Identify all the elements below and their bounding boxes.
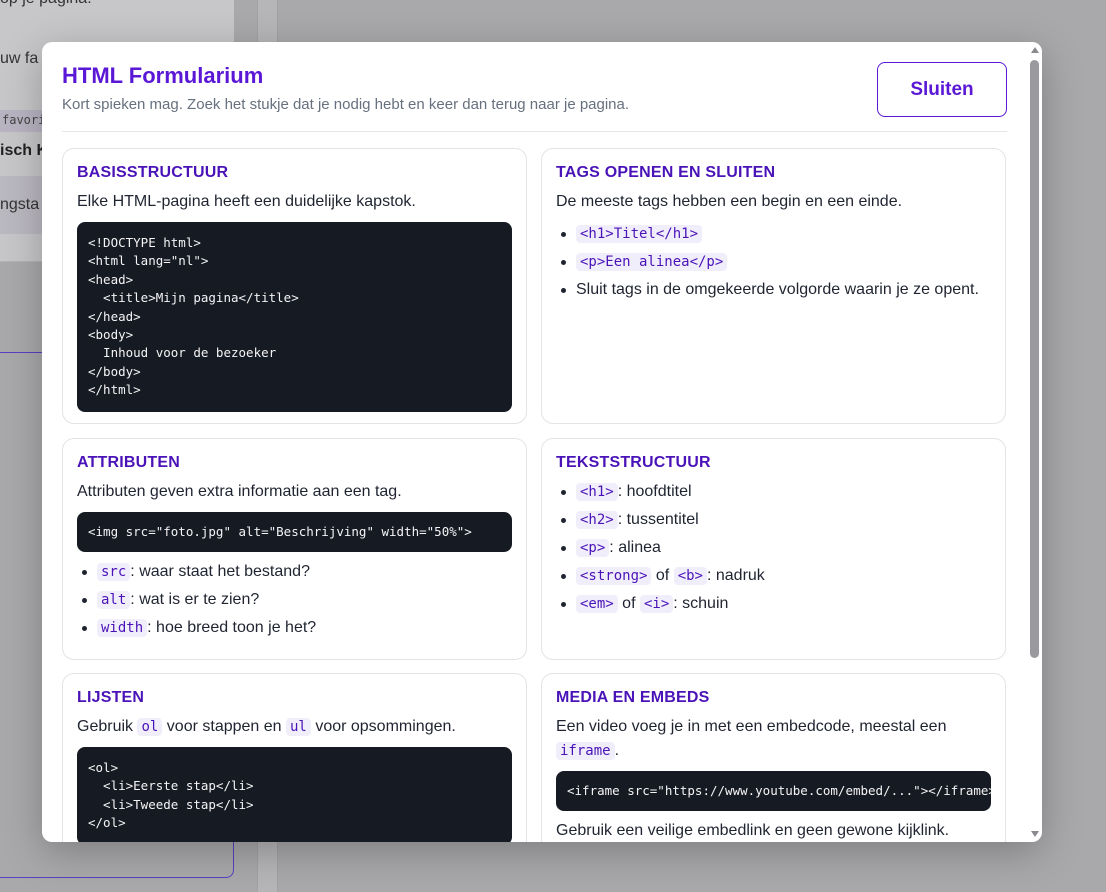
background-box (0, 840, 234, 878)
inline-code: <h2> (576, 511, 618, 529)
background-heading: isch K (0, 142, 49, 159)
inline-code: iframe (556, 742, 615, 760)
inline-code: alt (97, 591, 131, 610)
card-title: Tekststructuur (556, 454, 711, 471)
code-block: <ol> <li>Eerste stap</li> <li>Tweede sta… (77, 747, 512, 842)
inline-code: <p>Een alinea</p> (576, 253, 728, 271)
list-item: <h1>: hoofdtitel (556, 480, 991, 504)
tag-list: <h1>Titel</h1> <p>Een alinea</p> Sluit t… (556, 222, 991, 302)
card-text-part: Een video voeg je in met een embedcode, … (556, 718, 947, 735)
list-item-text: : wat is er te zien? (130, 591, 260, 609)
background-tag: favorie (0, 110, 44, 132)
card-tekststructuur: Tekststructuur <h1>: hoofdtitel <h2>: tu… (541, 438, 1006, 660)
code-block: <img src="foto.jpg" alt="Beschrijving" w… (77, 512, 512, 553)
formularium-dialog: HTML Formularium Kort spieken mag. Zoek … (42, 42, 1042, 842)
scrollbar-thumb[interactable] (1030, 60, 1039, 658)
card-text: Gebruik een veilige embedlink en geen ge… (556, 822, 950, 840)
list-item-text: : nadruk (706, 567, 765, 584)
card-title: Tags openen en sluiten (556, 164, 776, 181)
card-text-part: . (614, 742, 620, 759)
dialog-scrollbar[interactable] (1027, 42, 1042, 842)
dialog-content: HTML Formularium Kort spieken mag. Zoek … (62, 42, 1007, 842)
inline-code: width (97, 619, 148, 638)
inline-code: <h1>Titel</h1> (576, 225, 703, 243)
dialog-title: HTML Formularium (62, 63, 264, 88)
background-rule (0, 352, 44, 353)
card-text: De meeste tags hebben een begin en een e… (556, 193, 903, 210)
scroll-down-arrow-icon[interactable] (1031, 831, 1039, 837)
inline-code: ol (137, 718, 163, 736)
inline-code: <i> (639, 595, 674, 613)
list-item-text: : hoofdtitel (617, 483, 692, 500)
inline-code: <em> (576, 595, 618, 613)
list-item: <h1>Titel</h1> (556, 222, 991, 246)
dialog-subtitle: Kort spieken mag. Zoek het stukje dat je… (62, 96, 630, 113)
list-item: Sluit tags in de omgekeerde volgorde waa… (556, 278, 991, 302)
background-text: uw fa (0, 50, 39, 67)
card-title: Media en embeds (556, 689, 710, 706)
list-item-text: : hoe breed toon je het? (147, 619, 317, 637)
code-block: <iframe src="https://www.youtube.com/emb… (556, 771, 991, 812)
card-title: Basisstructuur (77, 164, 229, 181)
card-title: Attributen (77, 454, 181, 471)
code-block: <!DOCTYPE html> <html lang="nl"> <head> … (77, 222, 512, 412)
list-item-text: of (655, 567, 670, 584)
card-tags: Tags openen en sluiten De meeste tags he… (541, 148, 1006, 424)
inline-code: <p> (576, 539, 610, 557)
list-item-text: : alinea (609, 539, 661, 556)
card-text: Elke HTML-pagina heeft een duidelijke ka… (77, 193, 416, 210)
card-text-part: voor opsommingen. (315, 718, 456, 735)
card-text-part: voor stappen en (166, 718, 282, 735)
inline-code: <b> (673, 567, 707, 585)
list-item-text: : tussentitel (617, 511, 699, 528)
card-media: Media en embeds Een video voeg je in met… (541, 673, 1006, 842)
attribute-list: src: waar staat het bestand? alt: wat is… (77, 560, 512, 640)
card-basisstructuur: Basisstructuur Elke HTML-pagina heeft ee… (62, 148, 527, 424)
card-attributen: Attributen Attributen geven extra inform… (62, 438, 527, 660)
list-item-text: : schuin (673, 595, 729, 612)
inline-code: <strong> (576, 567, 652, 585)
card-title: Lijsten (77, 689, 145, 706)
card-text-part: Gebruik (77, 718, 134, 735)
card-text: Attributen geven extra informatie aan ee… (77, 483, 402, 500)
list-item: width: hoe breed toon je het? (77, 616, 512, 640)
background-text: ngsta (0, 196, 40, 213)
list-item: alt: wat is er te zien? (77, 588, 512, 612)
card-text: Gebruik ol voor stappen en ul voor opsom… (77, 715, 512, 739)
background-text: op je pagina. (0, 0, 92, 8)
inline-code: <h1> (576, 483, 618, 501)
card-lijsten: Lijsten Gebruik ol voor stappen en ul vo… (62, 673, 527, 842)
scroll-up-arrow-icon[interactable] (1031, 47, 1039, 53)
inline-code: ul (286, 718, 311, 736)
inline-code: src (97, 563, 131, 582)
list-item: <p>Een alinea</p> (556, 250, 991, 274)
list-item: src: waar staat het bestand? (77, 560, 512, 584)
list-item: <strong> of <b>: nadruk (556, 564, 991, 588)
dialog-header: HTML Formularium Kort spieken mag. Zoek … (62, 42, 1007, 132)
list-item-text: : waar staat het bestand? (130, 563, 310, 581)
list-item: <h2>: tussentitel (556, 508, 991, 532)
card-text: Een video voeg je in met een embedcode, … (556, 715, 991, 763)
list-item: <p>: alinea (556, 536, 991, 560)
close-button[interactable]: Sluiten (877, 62, 1007, 117)
text-structure-list: <h1>: hoofdtitel <h2>: tussentitel <p>: … (556, 480, 991, 616)
list-item: <em> of <i>: schuin (556, 592, 991, 616)
list-item-text: of (622, 595, 636, 612)
